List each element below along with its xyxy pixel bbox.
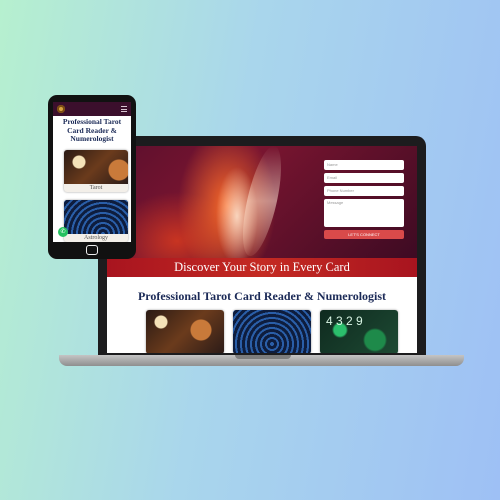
card-caption: Tarot — [89, 185, 103, 191]
page-title: Professional Tarot Card Reader & Numerol… — [137, 289, 387, 303]
name-field[interactable]: Name — [324, 160, 404, 170]
laptop-display: Name Email Phone Number Message LET'S CO… — [107, 146, 417, 353]
astrology-image — [64, 200, 128, 234]
message-field[interactable]: Message — [324, 199, 404, 227]
phone-card-astrology[interactable]: Astrology — [64, 200, 128, 242]
home-button-icon[interactable] — [86, 245, 98, 255]
phone-navbar — [53, 102, 131, 116]
whatsapp-icon[interactable]: ✆ — [58, 227, 68, 237]
astrology-card-thumbnail[interactable] — [233, 310, 311, 353]
logo-icon[interactable] — [57, 105, 65, 113]
hero-section: Name Email Phone Number Message LET'S CO… — [107, 146, 417, 273]
flame-image — [235, 146, 289, 256]
contact-form: Name Email Phone Number Message LET'S CO… — [324, 160, 404, 239]
tarot-image — [64, 150, 128, 184]
laptop-screen: Name Email Phone Number Message LET'S CO… — [98, 136, 426, 356]
phone-field[interactable]: Phone Number — [324, 186, 404, 196]
tarot-card-thumbnail[interactable] — [146, 310, 224, 353]
hamburger-menu-icon[interactable] — [121, 106, 127, 112]
hero-banner: Discover Your Story in Every Card — [107, 258, 417, 277]
laptop-notch — [235, 355, 291, 359]
card-caption: Astrology — [84, 235, 108, 241]
lets-connect-button[interactable]: LET'S CONNECT — [324, 230, 404, 239]
phone-display: Professional Tarot Card Reader & Numerol… — [53, 102, 131, 242]
email-field[interactable]: Email — [324, 173, 404, 183]
numerology-digits: 4 3 2 9 — [326, 314, 363, 328]
numerology-card-thumbnail[interactable]: 4 3 2 9 — [320, 310, 398, 353]
phone-page-title: Professional Tarot Card Reader & Numerol… — [62, 117, 122, 143]
phone-card-tarot[interactable]: Tarot — [64, 150, 128, 192]
